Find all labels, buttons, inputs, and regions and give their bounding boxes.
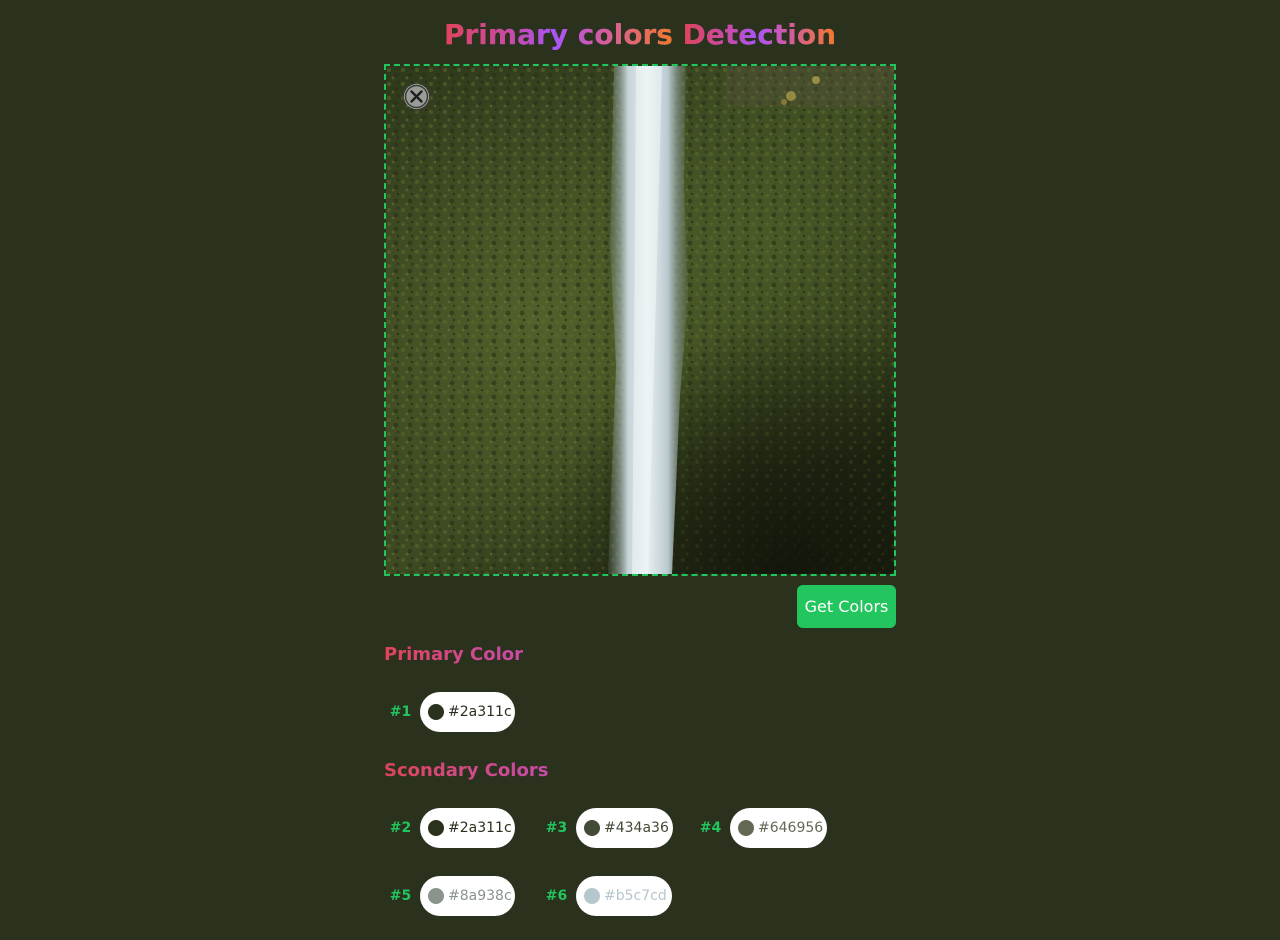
- title-primary-colors: Primary colors: [443, 18, 673, 51]
- hex-value: #2a311c: [448, 820, 512, 836]
- remove-image-button[interactable]: [404, 84, 429, 109]
- swatch-index: #1: [389, 704, 412, 720]
- get-colors-button[interactable]: Get Colors: [797, 585, 896, 628]
- swatch-index: #2: [389, 820, 412, 836]
- swatch-index: #3: [545, 820, 568, 836]
- color-dot: [428, 704, 444, 720]
- swatch-6: #6 #b5c7cd: [537, 876, 672, 916]
- hex-value: #b5c7cd: [604, 888, 667, 904]
- swatch-index: #5: [389, 888, 412, 904]
- hex-value: #646956: [758, 820, 824, 836]
- hex-value: #2a311c: [448, 704, 512, 720]
- swatch-index: #4: [699, 820, 722, 836]
- color-dot: [584, 820, 600, 836]
- color-chip[interactable]: #2a311c: [420, 692, 515, 732]
- app-page: Primary colors Detection Get Colors Prim…: [0, 0, 1280, 940]
- hex-value: #434a36: [604, 820, 669, 836]
- primary-color-heading: Primary Color: [384, 644, 524, 665]
- swatch-2: #2 #2a311c: [381, 808, 515, 848]
- color-chip[interactable]: #8a938c: [420, 876, 515, 916]
- page-title: Primary colors Detection: [0, 17, 1280, 53]
- image-dropzone[interactable]: [384, 64, 896, 576]
- color-dot: [428, 820, 444, 836]
- color-chip[interactable]: #b5c7cd: [576, 876, 672, 916]
- color-dot: [428, 888, 444, 904]
- swatch-index: #6: [545, 888, 568, 904]
- color-chip[interactable]: #646956: [730, 808, 827, 848]
- color-chip[interactable]: #434a36: [576, 808, 673, 848]
- close-icon: [404, 84, 429, 109]
- color-dot: [584, 888, 600, 904]
- swatch-5: #5 #8a938c: [381, 876, 515, 916]
- hex-value: #8a938c: [448, 888, 512, 904]
- swatch-3: #3 #434a36: [537, 808, 673, 848]
- color-chip[interactable]: #2a311c: [420, 808, 515, 848]
- swatch-4: #4 #646956: [691, 808, 827, 848]
- swatch-1: #1 #2a311c: [381, 692, 515, 732]
- secondary-colors-heading: Scondary Colors: [384, 760, 549, 781]
- uploaded-photo: [386, 66, 894, 574]
- title-detection: Detection: [682, 18, 837, 51]
- color-dot: [738, 820, 754, 836]
